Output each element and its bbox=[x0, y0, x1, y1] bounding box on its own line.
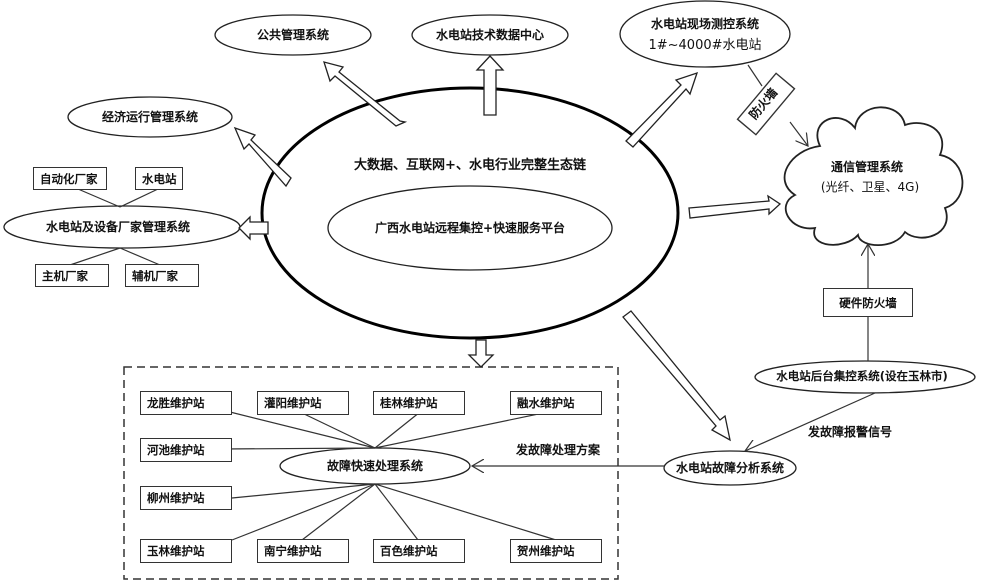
main-vendor-box[interactable]: 主机厂家 bbox=[35, 264, 109, 287]
link-station-10 bbox=[374, 483, 557, 541]
comm-mgmt-label[interactable]: 通信管理系统 bbox=[831, 159, 903, 175]
station-box[interactable]: 玉林维护站 bbox=[140, 539, 232, 563]
arrow-to-comm-cloud bbox=[688, 194, 782, 219]
link-hydro-station bbox=[119, 188, 159, 208]
link-alarm-signal bbox=[745, 392, 876, 451]
station-box[interactable]: 百色维护站 bbox=[373, 539, 465, 563]
fault-fast-label[interactable]: 故障快速处理系统 bbox=[327, 458, 423, 474]
link-station-8 bbox=[301, 483, 376, 541]
comm-cloud bbox=[783, 106, 964, 246]
link-station-7 bbox=[231, 483, 376, 541]
public-mgmt-label[interactable]: 公共管理系统 bbox=[257, 27, 329, 43]
site-monitor-label[interactable]: 水电站现场测控系统 bbox=[651, 16, 759, 32]
station-box[interactable]: 龙胜维护站 bbox=[140, 391, 232, 415]
vendor-mgmt-label[interactable]: 水电站及设备厂家管理系统 bbox=[46, 219, 190, 235]
link-firewall-cloud bbox=[789, 121, 808, 146]
station-box[interactable]: 南宁维护站 bbox=[257, 539, 349, 563]
solution-label: 发故障处理方案 bbox=[515, 442, 601, 457]
link-station-3 bbox=[374, 411, 421, 449]
link-station-2 bbox=[299, 411, 376, 449]
station-box[interactable]: 桂林维护站 bbox=[373, 391, 465, 415]
station-box[interactable]: 灌阳维护站 bbox=[257, 391, 349, 415]
hw-firewall-box[interactable]: 硬件防火墙 bbox=[823, 288, 913, 317]
link-site-monitor-firewall bbox=[747, 64, 763, 87]
link-station-1 bbox=[229, 411, 376, 449]
alarm-signal-label: 发故障报警信号 bbox=[807, 424, 893, 439]
tech-data-center-label[interactable]: 水电站技术数据中心 bbox=[436, 27, 544, 43]
station-box[interactable]: 融水维护站 bbox=[510, 391, 602, 415]
link-automation-vendor bbox=[77, 188, 121, 208]
econ-mgmt-label[interactable]: 经济运行管理系统 bbox=[102, 109, 198, 125]
arrow-to-site-monitor bbox=[625, 71, 699, 148]
automation-vendor-box[interactable]: 自动化厂家 bbox=[33, 167, 107, 190]
link-main-vendor bbox=[69, 247, 121, 266]
site-monitor-sublabel: 1#~4000#水电站 bbox=[648, 38, 762, 54]
core-outer-label: 大数据、互联网+、水电行业完整生态链 bbox=[354, 158, 586, 174]
site-monitor-ellipse bbox=[619, 0, 791, 68]
arrow-to-maintenance-group bbox=[467, 339, 495, 368]
link-station-9 bbox=[374, 483, 419, 541]
comm-mgmt-sublabel: (光纤、卫星、4G) bbox=[820, 179, 920, 194]
hydro-station-box[interactable]: 水电站 bbox=[135, 167, 183, 190]
core-inner-label[interactable]: 广西水电站远程集控+快速服务平台 bbox=[375, 220, 565, 236]
fault-analysis-label[interactable]: 水电站故障分析系统 bbox=[676, 460, 784, 476]
link-aux-vendor bbox=[119, 247, 161, 266]
station-box[interactable]: 贺州维护站 bbox=[510, 539, 602, 563]
aux-vendor-box[interactable]: 辅机厂家 bbox=[125, 264, 199, 287]
backend-control-label[interactable]: 水电站后台集控系统(设在玉林市) bbox=[776, 369, 948, 385]
station-box[interactable]: 柳州维护站 bbox=[140, 486, 232, 510]
link-station-6 bbox=[231, 483, 376, 499]
arrow-to-fault-analysis bbox=[622, 310, 731, 442]
core-outer-ellipse bbox=[260, 86, 680, 340]
station-box[interactable]: 河池维护站 bbox=[140, 438, 232, 462]
